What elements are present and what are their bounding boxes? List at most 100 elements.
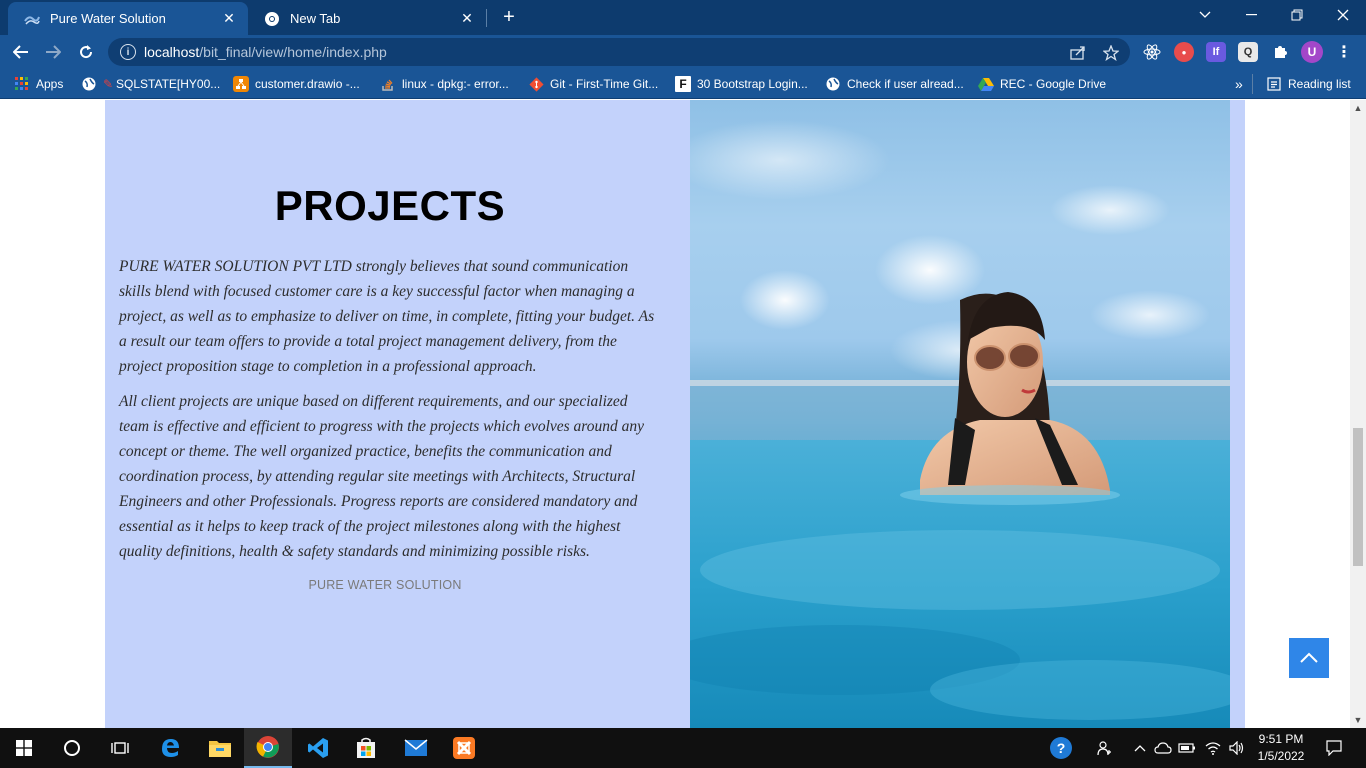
browser-titlebar: Pure Water Solution ✕ New Tab ✕ + <box>0 0 1366 35</box>
svg-text:?: ? <box>1057 740 1066 756</box>
tab-separator <box>486 9 487 27</box>
task-view-icon[interactable] <box>96 728 144 768</box>
projects-paragraph-1: PURE WATER SOLUTION PVT LTD strongly bel… <box>119 258 655 375</box>
system-clock[interactable]: 9:51 PM 1/5/2022 <box>1248 731 1314 765</box>
bookmark-sqlstate[interactable]: ✎ SQLSTATE[HY00... <box>81 75 220 93</box>
edge-icon[interactable] <box>146 728 194 768</box>
share-icon[interactable] <box>1069 44 1087 62</box>
tab-title: Pure Water Solution <box>50 11 166 26</box>
reload-button[interactable] <box>73 39 99 65</box>
scroll-thumb[interactable] <box>1353 428 1363 566</box>
extension-q-icon[interactable]: Q <box>1238 42 1258 62</box>
drawio-icon <box>233 76 249 92</box>
microsoft-store-icon[interactable] <box>342 728 390 768</box>
tab-search-icon[interactable] <box>1182 0 1228 30</box>
reading-list-button[interactable]: Reading list <box>1266 75 1351 93</box>
bookmark-star-icon[interactable] <box>1102 44 1120 62</box>
web-page: PROJECTS PURE WATER SOLUTION PVT LTD str… <box>0 100 1350 728</box>
mail-icon[interactable] <box>392 728 440 768</box>
new-tab-button[interactable]: + <box>498 6 520 28</box>
onedrive-cloud-icon[interactable] <box>1152 728 1174 768</box>
pencil-icon: ✎ <box>102 77 114 91</box>
projects-paragraph-2: All client projects are unique based on … <box>119 393 645 560</box>
react-devtools-icon[interactable] <box>1142 42 1162 62</box>
bookmark-drawio[interactable]: customer.drawio -... <box>233 75 360 93</box>
vscode-icon[interactable] <box>294 728 342 768</box>
stackoverflow-icon <box>380 76 396 92</box>
tab-close-icon[interactable]: ✕ <box>458 10 476 28</box>
f-logo-icon: F <box>675 76 691 92</box>
chrome-icon <box>264 11 280 27</box>
company-name: PURE WATER SOLUTION <box>308 578 462 592</box>
chrome-taskbar-icon[interactable] <box>244 728 292 768</box>
reading-list-icon <box>1266 76 1282 92</box>
pool-woman-illustration <box>690 120 1230 728</box>
restore-button[interactable] <box>1274 0 1320 30</box>
windows-start-icon[interactable] <box>0 728 48 768</box>
clock-time: 9:51 PM <box>1258 732 1304 746</box>
profile-avatar[interactable]: U <box>1301 41 1323 63</box>
chrome-menu-icon[interactable]: ⋮ <box>1334 42 1354 62</box>
battery-icon[interactable] <box>1176 728 1198 768</box>
people-icon[interactable] <box>1092 728 1118 768</box>
apps-grid-icon <box>14 76 30 92</box>
globe-icon <box>81 76 97 92</box>
bookmark-label: Check if user alread... <box>847 77 964 91</box>
help-icon[interactable]: ? <box>1046 728 1076 768</box>
forward-button[interactable] <box>40 39 66 65</box>
clock-date: 1/5/2022 <box>1257 749 1305 763</box>
bookmark-label: customer.drawio -... <box>255 77 360 91</box>
xampp-icon[interactable] <box>440 728 488 768</box>
tray-overflow-chevron-icon[interactable] <box>1130 728 1150 768</box>
page-scrollbar[interactable]: ▲ ▼ <box>1350 100 1366 728</box>
site-info-icon[interactable]: i <box>120 44 136 60</box>
bookmark-bootstrap-login[interactable]: F 30 Bootstrap Login... <box>675 75 808 93</box>
pool-woman-photo <box>690 100 1230 728</box>
chevron-up-icon <box>1300 652 1318 663</box>
extension-if-icon[interactable]: If <box>1206 42 1226 62</box>
projects-heading: PROJECTS <box>274 182 506 229</box>
close-window-button[interactable] <box>1320 0 1366 30</box>
google-drive-icon <box>978 76 994 92</box>
extensions-puzzle-icon[interactable] <box>1270 42 1290 62</box>
volume-icon[interactable] <box>1226 728 1248 768</box>
git-icon <box>528 76 544 92</box>
bookmark-label: 30 Bootstrap Login... <box>697 77 808 91</box>
minimize-button[interactable] <box>1228 0 1274 30</box>
url-path: /bit_final/view/home/index.php <box>199 44 387 60</box>
scroll-down-arrow-icon[interactable]: ▼ <box>1350 712 1366 728</box>
globe-icon <box>825 76 841 92</box>
bookmark-check-user[interactable]: Check if user alread... <box>825 75 964 93</box>
bookmark-label: linux - dpkg:- error... <box>402 77 509 91</box>
tab-new-tab[interactable]: New Tab ✕ <box>248 2 486 35</box>
scroll-up-arrow-icon[interactable]: ▲ <box>1350 100 1366 116</box>
bookmark-apps[interactable]: Apps <box>14 75 63 93</box>
search-circle-icon[interactable] <box>48 728 96 768</box>
bookmark-label: Apps <box>36 77 64 91</box>
address-bar[interactable]: i localhost/bit_final/view/home/index.ph… <box>108 38 1130 66</box>
bookmark-label: Git - First-Time Git... <box>550 77 659 91</box>
back-button[interactable] <box>8 39 34 65</box>
url-host: localhost <box>144 44 200 60</box>
bookmarks-bar: Apps ✎ SQLSTATE[HY00... customer.drawio … <box>0 69 1366 99</box>
bookmark-label: REC - Google Drive <box>1000 77 1107 91</box>
file-explorer-icon[interactable] <box>196 728 244 768</box>
bookmark-label: SQLSTATE[HY00... <box>116 77 221 91</box>
reading-list-label: Reading list <box>1288 77 1351 91</box>
bookmark-divider <box>1252 74 1253 94</box>
bookmark-git[interactable]: Git - First-Time Git... <box>528 75 658 93</box>
site-favicon-icon <box>24 11 40 27</box>
tab-title: New Tab <box>290 11 341 26</box>
notifications-icon[interactable] <box>1318 728 1350 768</box>
wifi-icon[interactable] <box>1202 728 1224 768</box>
bookmark-linux-dpkg[interactable]: linux - dpkg:- error... <box>380 75 509 93</box>
more-bookmarks-chevron-icon[interactable]: » <box>1235 75 1243 93</box>
browser-toolbar: i localhost/bit_final/view/home/index.ph… <box>0 35 1366 69</box>
extension-red-icon[interactable]: ● <box>1174 42 1194 62</box>
tab-pure-water-solution[interactable]: Pure Water Solution ✕ <box>8 2 248 35</box>
back-to-top-button[interactable] <box>1289 638 1329 678</box>
bookmark-google-drive[interactable]: REC - Google Drive <box>978 75 1106 93</box>
windows-taskbar: ? 9:51 PM 1/5/2022 <box>0 728 1366 768</box>
tab-close-icon[interactable]: ✕ <box>220 10 238 28</box>
projects-section: PROJECTS PURE WATER SOLUTION PVT LTD str… <box>105 100 1245 728</box>
